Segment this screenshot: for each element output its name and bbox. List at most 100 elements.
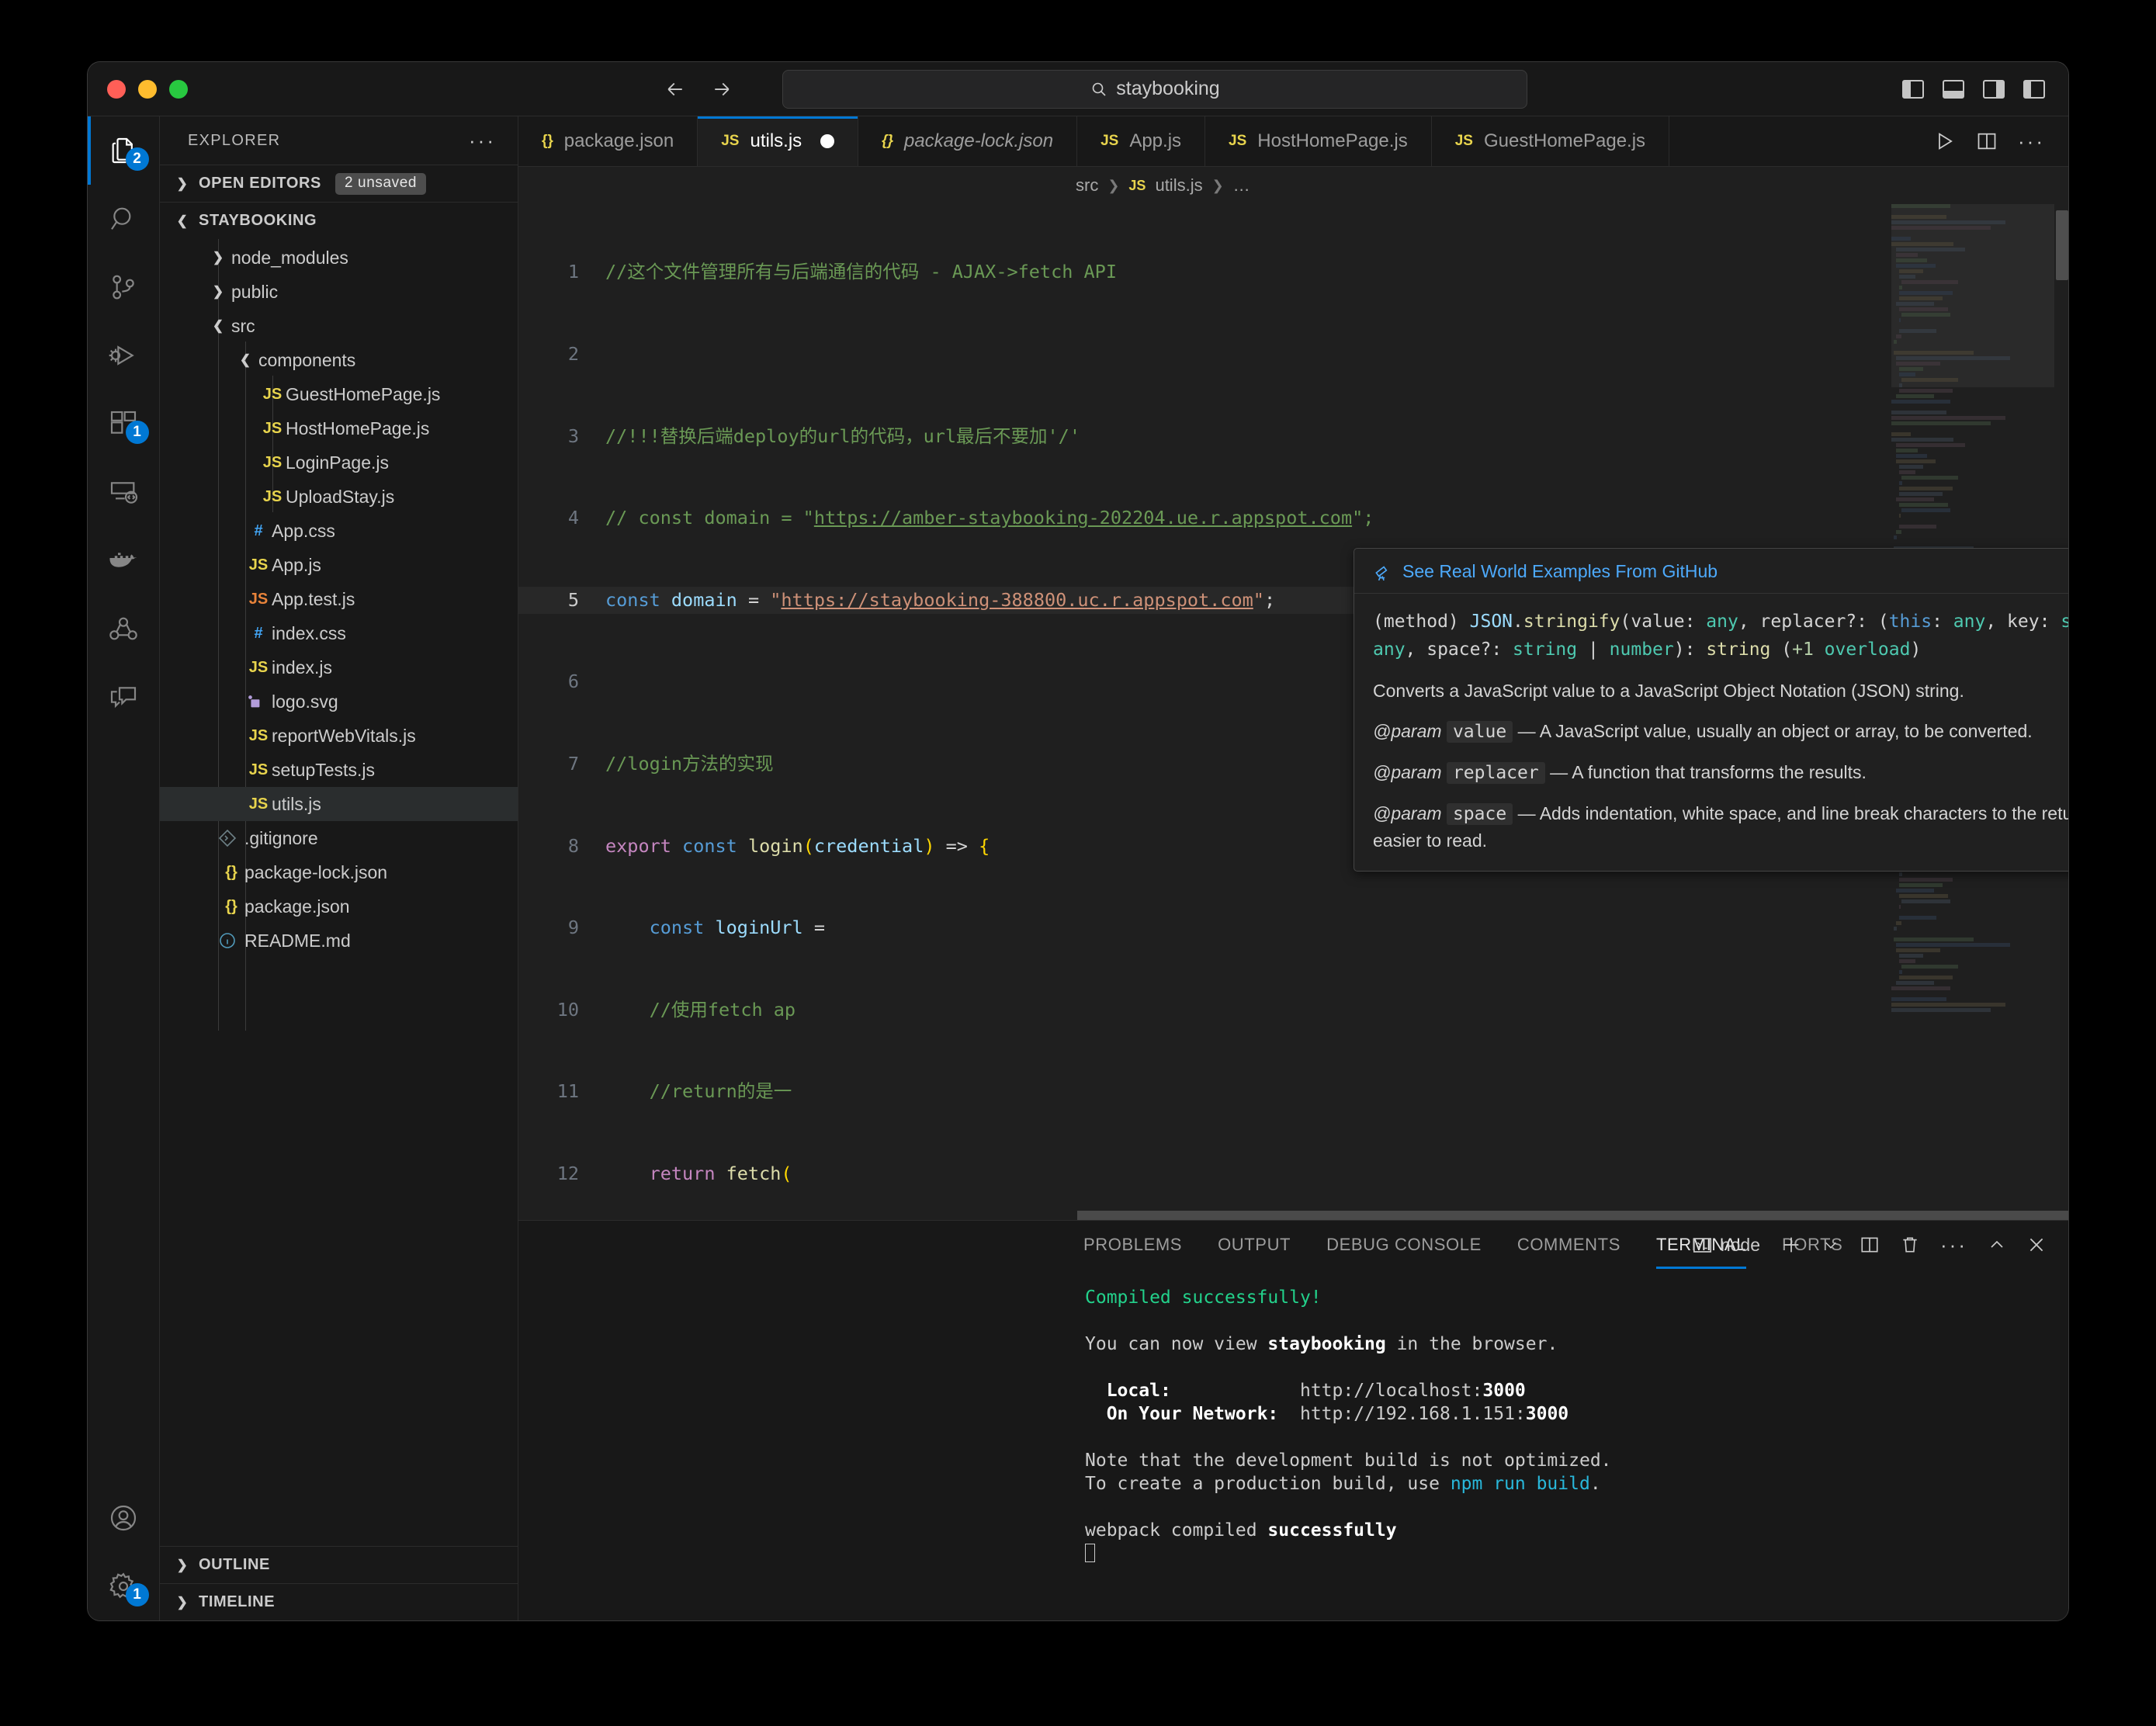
editor-horizontal-scrollbar[interactable]	[1077, 1211, 2068, 1220]
new-terminal-icon[interactable]	[1780, 1234, 1802, 1256]
terminal-shell-selector[interactable]: node	[1692, 1235, 1760, 1256]
hover-link[interactable]: See Real World Examples From GitHub	[1402, 561, 1718, 582]
unsaved-dot-icon[interactable]	[820, 134, 834, 148]
file-tree[interactable]: ❯ node_modules ❯ public ❮ src ❮ componen…	[160, 239, 518, 1546]
tree-item-GuestHomePage[interactable]: JS GuestHomePage.js	[160, 377, 518, 411]
activitybar-item-manage[interactable]: 1	[88, 1552, 160, 1620]
back-arrow-icon[interactable]	[664, 78, 687, 101]
section-open-editors[interactable]: ❯ OPEN EDITORS 2 unsaved	[160, 165, 518, 202]
tab-App-js[interactable]: JS App.js	[1077, 116, 1205, 166]
more-actions-icon[interactable]: ···	[1940, 1233, 1967, 1257]
tab-GuestHomePage-js[interactable]: JS GuestHomePage.js	[1432, 116, 1669, 166]
code-line: 12 return fetch(	[518, 1160, 2068, 1187]
tree-item-label: index.js	[272, 657, 332, 678]
activitybar-item-kubernetes[interactable]	[88, 594, 160, 663]
tree-item-index-css[interactable]: # index.css	[160, 616, 518, 650]
terminal-output[interactable]: Compiled successfully! You can now view …	[518, 1269, 2068, 1620]
panel-tab-output[interactable]: OUTPUT	[1218, 1221, 1291, 1269]
breadcrumb[interactable]: src ❯ JS utils.js ❯ …	[518, 167, 2068, 204]
maximize-window-button[interactable]	[169, 80, 188, 99]
tree-item-index-js[interactable]: JS index.js	[160, 650, 518, 685]
tab-utils-js[interactable]: JS utils.js	[698, 116, 858, 166]
line-number: 6	[518, 668, 605, 695]
breadcrumb-folder[interactable]: src	[1076, 175, 1098, 196]
terminal-local-url[interactable]: http://localhost:	[1300, 1381, 1482, 1401]
tree-item-gitignore[interactable]: .gitignore	[160, 821, 518, 855]
chevron-right-icon: ❯	[1107, 178, 1119, 194]
tree-item-App-css[interactable]: # App.css	[160, 514, 518, 548]
activitybar-item-comments[interactable]	[88, 663, 160, 731]
tree-item-reportWebVitals[interactable]: JS reportWebVitals.js	[160, 719, 518, 753]
tree-item-README-md[interactable]: README.md	[160, 924, 518, 958]
run-icon[interactable]	[1934, 130, 1956, 152]
tree-item-package-json[interactable]: {} package.json	[160, 889, 518, 924]
command-center-search[interactable]: staybooking	[782, 70, 1527, 109]
js-file-icon: JS	[1128, 178, 1146, 194]
activitybar-item-search[interactable]	[88, 185, 160, 253]
chevron-down-icon[interactable]	[1822, 1236, 1839, 1253]
kill-terminal-icon[interactable]	[1900, 1235, 1920, 1255]
maximize-panel-icon[interactable]	[1988, 1236, 2006, 1254]
panel-tab-comments[interactable]: COMMENTS	[1517, 1221, 1620, 1269]
editor-vertical-scrollbar[interactable]	[2056, 210, 2068, 280]
tab-HostHomePage-js[interactable]: JS HostHomePage.js	[1205, 116, 1432, 166]
minimap-line	[1894, 351, 1974, 355]
close-panel-icon[interactable]	[2026, 1235, 2047, 1255]
sidebar-more-actions-icon[interactable]: ···	[469, 129, 496, 153]
forward-arrow-icon[interactable]	[710, 78, 733, 101]
tree-item-node_modules[interactable]: ❯ node_modules	[160, 241, 518, 275]
minimap-line	[1891, 242, 1953, 246]
minimap-line	[1899, 383, 1902, 387]
activitybar-item-accounts[interactable]	[88, 1484, 160, 1552]
chevron-right-icon: ❯	[174, 176, 191, 192]
tree-item-UploadStay[interactable]: JS UploadStay.js	[160, 480, 518, 514]
more-actions-icon[interactable]: ···	[2018, 130, 2045, 154]
activitybar-item-extensions[interactable]: 1	[88, 390, 160, 458]
tree-item-HostHomePage[interactable]: JS HostHomePage.js	[160, 411, 518, 445]
line-number: 7	[518, 750, 605, 778]
customize-layout-icon[interactable]	[2023, 80, 2045, 99]
minimap-line	[1896, 334, 1901, 338]
toggle-panel-icon[interactable]	[1943, 80, 1964, 99]
minimap-line	[1899, 976, 1953, 979]
minimap-line	[1891, 411, 1946, 414]
tree-item-logo-svg[interactable]: logo.svg	[160, 685, 518, 719]
minimap-line	[1896, 530, 1901, 534]
tree-item-package-lock-json[interactable]: {} package-lock.json	[160, 855, 518, 889]
section-project-root[interactable]: ❮ STAYBOOKING	[160, 202, 518, 239]
tree-item-label: HostHomePage.js	[286, 418, 429, 439]
activitybar-item-run-and-debug[interactable]	[88, 321, 160, 390]
close-window-button[interactable]	[107, 80, 126, 99]
toggle-primary-sidebar-icon[interactable]	[1902, 80, 1924, 99]
tree-item-App-js[interactable]: JS App.js	[160, 548, 518, 582]
toggle-secondary-sidebar-icon[interactable]	[1983, 80, 2005, 99]
tree-item-utils-js[interactable]: JS utils.js	[160, 787, 518, 821]
tree-item-src[interactable]: ❮ src	[160, 309, 518, 343]
breadcrumb-file[interactable]: utils.js	[1155, 175, 1202, 196]
minimap-line	[1896, 253, 1917, 257]
tree-item-components[interactable]: ❮ components	[160, 343, 518, 377]
tree-item-setupTests[interactable]: JS setupTests.js	[160, 753, 518, 787]
terminal-network-url[interactable]: http://192.168.1.151:	[1300, 1404, 1526, 1424]
tree-item-App-test-js[interactable]: JS App.test.js	[160, 582, 518, 616]
minimap-line	[1896, 943, 2010, 947]
split-editor-icon[interactable]	[1976, 130, 1998, 152]
line-number: 11	[518, 1078, 605, 1105]
panel-tab-problems[interactable]: PROBLEMS	[1083, 1221, 1182, 1269]
activitybar-item-source-control[interactable]	[88, 253, 160, 321]
tree-item-public[interactable]: ❯ public	[160, 275, 518, 309]
tab-package-json[interactable]: {} package.json	[518, 116, 698, 166]
tree-item-LoginPage[interactable]: JS LoginPage.js	[160, 445, 518, 480]
activitybar-item-docker[interactable]	[88, 526, 160, 594]
section-timeline[interactable]: ❯ TIMELINE	[160, 1583, 518, 1620]
section-outline[interactable]: ❯ OUTLINE	[160, 1546, 518, 1583]
tab-package-lock-json[interactable]: {} package-lock.json	[858, 116, 1077, 166]
activitybar-item-remote-explorer[interactable]	[88, 458, 160, 526]
breadcrumb-symbol[interactable]: …	[1233, 175, 1250, 196]
code-editor[interactable]: 1//这个文件管理所有与后端通信的代码 - AJAX->fetch API 2 …	[518, 204, 2068, 1220]
split-terminal-icon[interactable]	[1860, 1235, 1880, 1255]
line-number: 3	[518, 423, 605, 450]
activitybar-item-explorer[interactable]: 2	[88, 116, 160, 185]
minimize-window-button[interactable]	[138, 80, 157, 99]
panel-tab-debug-console[interactable]: DEBUG CONSOLE	[1326, 1221, 1482, 1269]
